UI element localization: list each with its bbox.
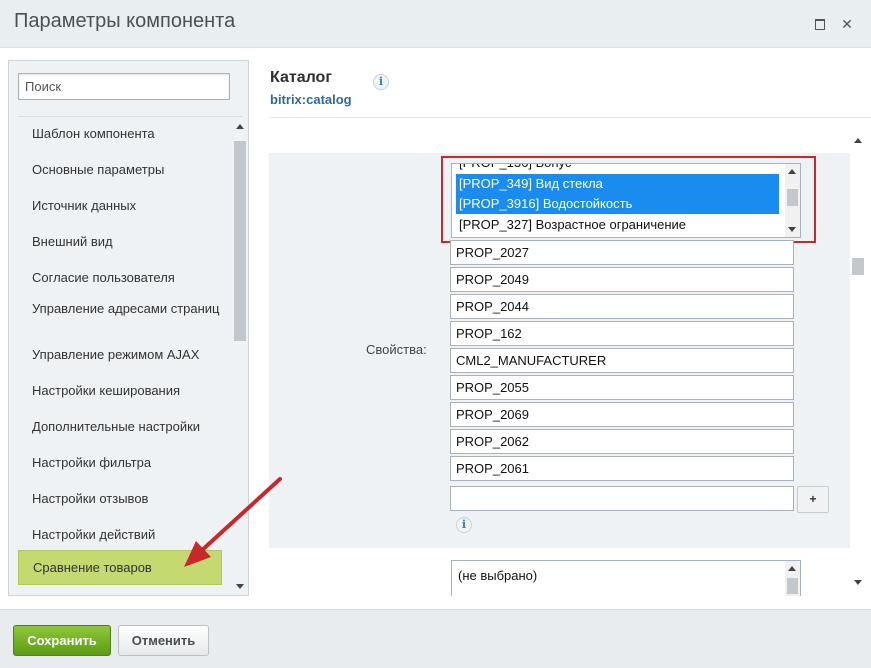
highlight-box xyxy=(441,156,816,243)
sidebar-item-additional[interactable]: Дополнительные настройки xyxy=(18,419,222,434)
sidebar-item-cache[interactable]: Настройки кеширования xyxy=(18,383,222,398)
sidebar: Шаблон компонента Основные параметры Ист… xyxy=(8,60,249,596)
info-icon[interactable]: i xyxy=(373,74,389,90)
property-input[interactable] xyxy=(450,267,794,292)
scroll-thumb[interactable] xyxy=(787,578,798,594)
scroll-up-icon[interactable] xyxy=(788,566,796,571)
divider xyxy=(270,117,871,118)
sidebar-item-user-consent[interactable]: Согласие пользователя xyxy=(18,270,222,285)
property-input[interactable] xyxy=(450,240,794,265)
sidebar-item-template[interactable]: Шаблон компонента xyxy=(18,126,222,141)
sidebar-item-filter[interactable]: Настройки фильтра xyxy=(18,455,222,470)
scroll-thumb[interactable] xyxy=(234,141,246,341)
component-title: Каталог xyxy=(270,69,332,86)
sidebar-item-compare[interactable]: Сравнение товаров xyxy=(18,550,222,585)
sidebar-scrollbar[interactable] xyxy=(233,117,247,595)
property-input[interactable] xyxy=(450,294,794,319)
properties-label: Свойства: xyxy=(366,342,427,357)
sidebar-item-reviews[interactable]: Настройки отзывов xyxy=(18,491,222,506)
component-code: bitrix:catalog xyxy=(270,92,352,107)
property-input[interactable] xyxy=(450,402,794,427)
scroll-down-icon[interactable] xyxy=(854,580,862,585)
scroll-thumb[interactable] xyxy=(852,258,864,275)
add-property-button[interactable]: + xyxy=(797,486,829,513)
sidebar-item-actions[interactable]: Настройки действий xyxy=(18,527,222,542)
footer: Сохранить Отменить xyxy=(0,609,871,668)
sidebar-item-url-management[interactable]: Управление адресами страниц xyxy=(18,301,222,316)
search-input[interactable] xyxy=(18,73,230,100)
property-input[interactable] xyxy=(450,429,794,454)
sidebar-item-main-params[interactable]: Основные параметры xyxy=(18,162,222,177)
property-input-empty[interactable] xyxy=(450,486,794,511)
select-option[interactable]: (не выбрано) xyxy=(458,568,537,583)
window-title: Параметры компонента xyxy=(14,10,236,32)
property-input[interactable] xyxy=(450,348,794,373)
property-input[interactable] xyxy=(450,321,794,346)
title-bar: Параметры компонента ✕ xyxy=(0,0,871,48)
property-input[interactable] xyxy=(450,375,794,400)
cancel-button[interactable]: Отменить xyxy=(118,625,209,656)
divider xyxy=(18,116,243,117)
scroll-down-icon[interactable] xyxy=(236,584,244,589)
save-button[interactable]: Сохранить xyxy=(13,625,111,656)
scroll-up-icon[interactable] xyxy=(854,138,862,143)
main-scrollbar[interactable] xyxy=(851,134,865,589)
dialog-content: Шаблон компонента Основные параметры Ист… xyxy=(0,48,871,609)
close-icon[interactable]: ✕ xyxy=(839,16,855,32)
maximize-icon[interactable] xyxy=(812,16,828,32)
select-scrollbar[interactable] xyxy=(785,561,800,596)
property-input[interactable] xyxy=(450,456,794,481)
scroll-up-icon[interactable] xyxy=(236,124,244,129)
sidebar-item-ajax[interactable]: Управление режимом AJAX xyxy=(18,347,222,362)
secondary-select[interactable]: (не выбрано) xyxy=(451,560,801,596)
sidebar-item-data-source[interactable]: Источник данных xyxy=(18,198,222,213)
sidebar-item-appearance[interactable]: Внешний вид xyxy=(18,234,222,249)
info-icon[interactable]: i xyxy=(456,517,472,533)
